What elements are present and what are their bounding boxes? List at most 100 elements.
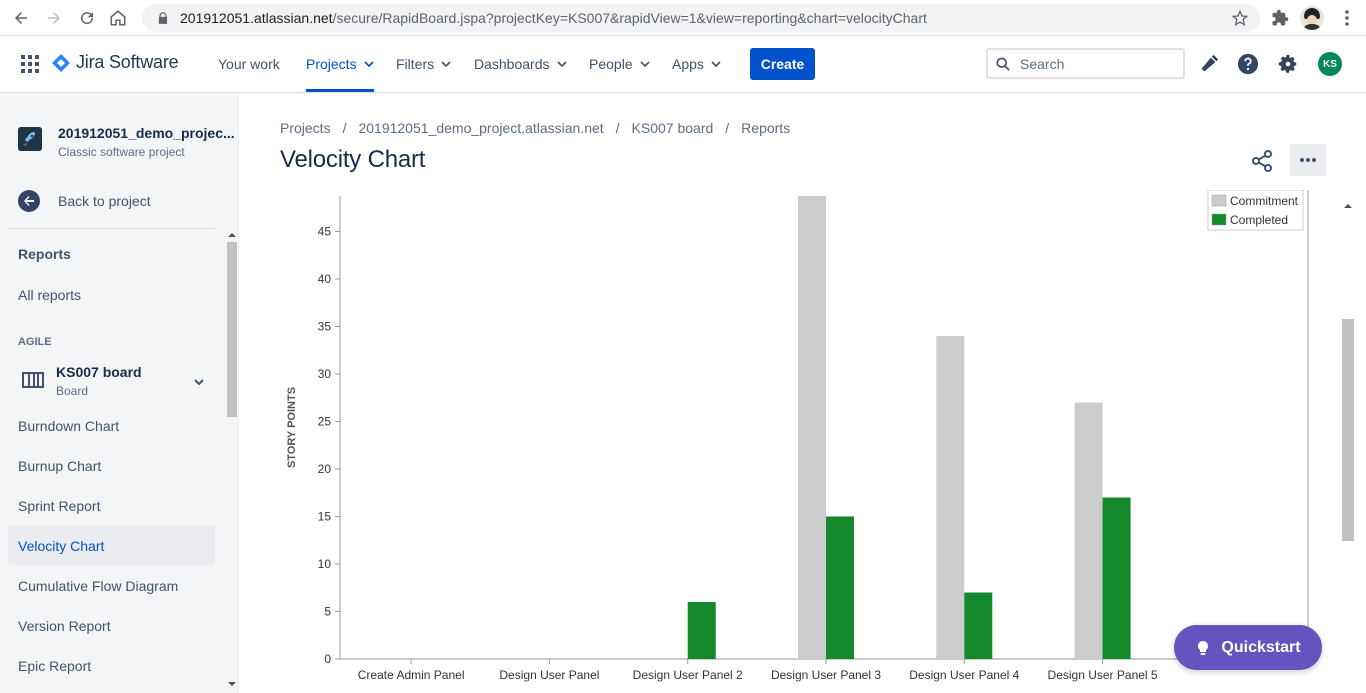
reports-heading: Reports [18,246,71,262]
home-icon[interactable] [103,3,133,33]
jira-logo[interactable]: Jira Software [52,52,179,73]
create-button[interactable]: Create [750,48,815,80]
agile-section-label: AGILE [18,336,52,348]
share-icon[interactable] [1250,149,1274,173]
search-input[interactable]: Search [986,48,1185,79]
breadcrumb-item[interactable]: KS007 board [632,120,714,136]
x-tick-label: Create Admin Panel [358,668,465,682]
user-avatar[interactable]: KS [1318,52,1342,76]
breadcrumb-item[interactable]: Reports [741,120,790,136]
chevron-down-icon [556,61,567,68]
project-type: Classic software project [58,145,185,159]
y-tick-label: 40 [318,272,332,286]
scroll-down-icon[interactable] [226,679,238,689]
forward-arrow-icon[interactable] [39,3,69,33]
sidebar-item-velocity-chart[interactable]: Velocity Chart [18,538,104,554]
extensions-icon[interactable] [1271,9,1289,27]
breadcrumb-item[interactable]: 201912051_demo_project.atlassian.net [358,120,603,136]
bar-completed-3 [826,516,854,659]
sidebar-item-burnup-chart[interactable]: Burnup Chart [18,458,101,474]
breadcrumb-separator: / [342,120,347,136]
bookmark-star-icon[interactable] [1232,10,1248,26]
main-scroll-thumb[interactable] [1342,319,1354,541]
reload-icon[interactable] [72,3,102,33]
browser-profile-avatar[interactable] [1300,6,1324,30]
scroll-up-icon[interactable] [226,230,238,240]
y-tick-label: 15 [318,510,332,524]
lock-icon [158,12,168,24]
page-title: Velocity Chart [280,146,426,173]
y-tick-label: 30 [318,367,332,381]
more-actions-button[interactable] [1290,144,1326,176]
bar-completed-5 [1102,497,1131,659]
back-to-project-link[interactable]: Back to project [18,190,151,212]
search-placeholder: Search [1020,55,1065,72]
nav-dashboards[interactable]: Dashboards [474,36,567,92]
back-arrow-circle-icon [18,190,40,212]
jira-diamond-icon [52,53,70,72]
app-switcher-icon[interactable] [21,55,39,73]
project-name: 201912051_demo_projec... [58,125,235,141]
sidebar-item-cumulative-flow-diagram[interactable]: Cumulative Flow Diagram [18,578,178,594]
main-scroll-up-icon[interactable] [1342,201,1354,211]
legend-label-completed: Completed [1230,213,1288,227]
board-selector[interactable]: KS007 board Board [18,364,218,400]
sidebar-item-burndown-chart[interactable]: Burndown Chart [18,418,119,434]
board-sub: Board [56,384,89,398]
nav-label: Your work [218,56,280,72]
sidebar-item-epic-report[interactable]: Epic Report [18,658,91,674]
settings-gear-icon[interactable] [1277,53,1299,75]
velocity-chart-svg: 0 5 10 15 20 25 30 35 40 45 STORY POINTS Create Adm… [286,190,1309,682]
nav-apps[interactable]: Apps [672,36,721,92]
project-header[interactable]: 201912051_demo_projec... Classic softwar… [18,125,235,159]
y-tick-label: 5 [324,605,331,619]
legend-swatch-commitment [1211,194,1227,207]
back-arrow-icon[interactable] [6,3,36,33]
x-tick-label: Design User Panel 5 [1048,668,1158,682]
sidebar-item-version-report[interactable]: Version Report [18,618,111,634]
nav-people[interactable]: People [589,36,650,92]
quickstart-label: Quickstart [1221,638,1301,656]
breadcrumb-separator: / [725,120,730,136]
nav-filters[interactable]: Filters [396,36,451,92]
legend-label-commitment: Commitment [1230,194,1299,208]
url-path: /secure/RapidBoard.jspa?projectKey=KS007… [332,10,927,26]
address-bar[interactable]: 201912051.atlassian.net/secure/RapidBoar… [142,4,1260,32]
y-tick-label: 25 [318,415,332,429]
y-axis-label: STORY POINTS [286,387,298,468]
nav-label: People [589,56,633,72]
project-rocket-icon [18,127,42,151]
x-tick-label: Design User Panel 3 [771,668,881,682]
notifications-icon[interactable] [1198,53,1220,75]
chevron-down-icon [364,61,374,68]
chevron-down-icon [194,379,204,386]
y-tick-label: 45 [318,225,332,239]
chevron-down-icon [640,61,650,68]
sidebar-scrollbar[interactable] [225,230,237,693]
bar-commitment-4 [936,336,965,659]
all-reports-link[interactable]: All reports [18,287,81,303]
breadcrumb-item[interactable]: Projects [280,120,331,136]
url-host: 201912051.atlassian.net [180,10,333,26]
sidebar-scroll-thumb[interactable] [227,242,237,417]
y-tick-label: 0 [324,652,331,666]
x-tick-label: Design User Panel 4 [909,668,1019,682]
browser-menu-icon[interactable] [1339,8,1355,28]
nav-projects[interactable]: Projects [306,36,374,92]
browser-toolbar: 201912051.atlassian.net/secure/RapidBoar… [0,0,1366,36]
sidebar-item-sprint-report[interactable]: Sprint Report [18,498,100,514]
board-icon [22,372,44,388]
legend-swatch-completed [1211,213,1227,226]
bar-commitment-3 [798,196,826,659]
y-tick-label: 10 [318,557,332,571]
chevron-down-icon [441,61,451,68]
bar-completed-2 [687,602,716,659]
ellipsis-icon [1300,158,1316,162]
main-scrollbar[interactable] [1340,193,1356,693]
breadcrumb-separator: / [615,120,620,136]
x-tick-label: Design User Panel [499,668,599,682]
sidebar-divider [8,228,215,229]
quickstart-button[interactable]: Quickstart [1174,625,1322,670]
nav-your-work[interactable]: Your work [218,36,280,92]
help-icon[interactable] [1237,53,1259,75]
